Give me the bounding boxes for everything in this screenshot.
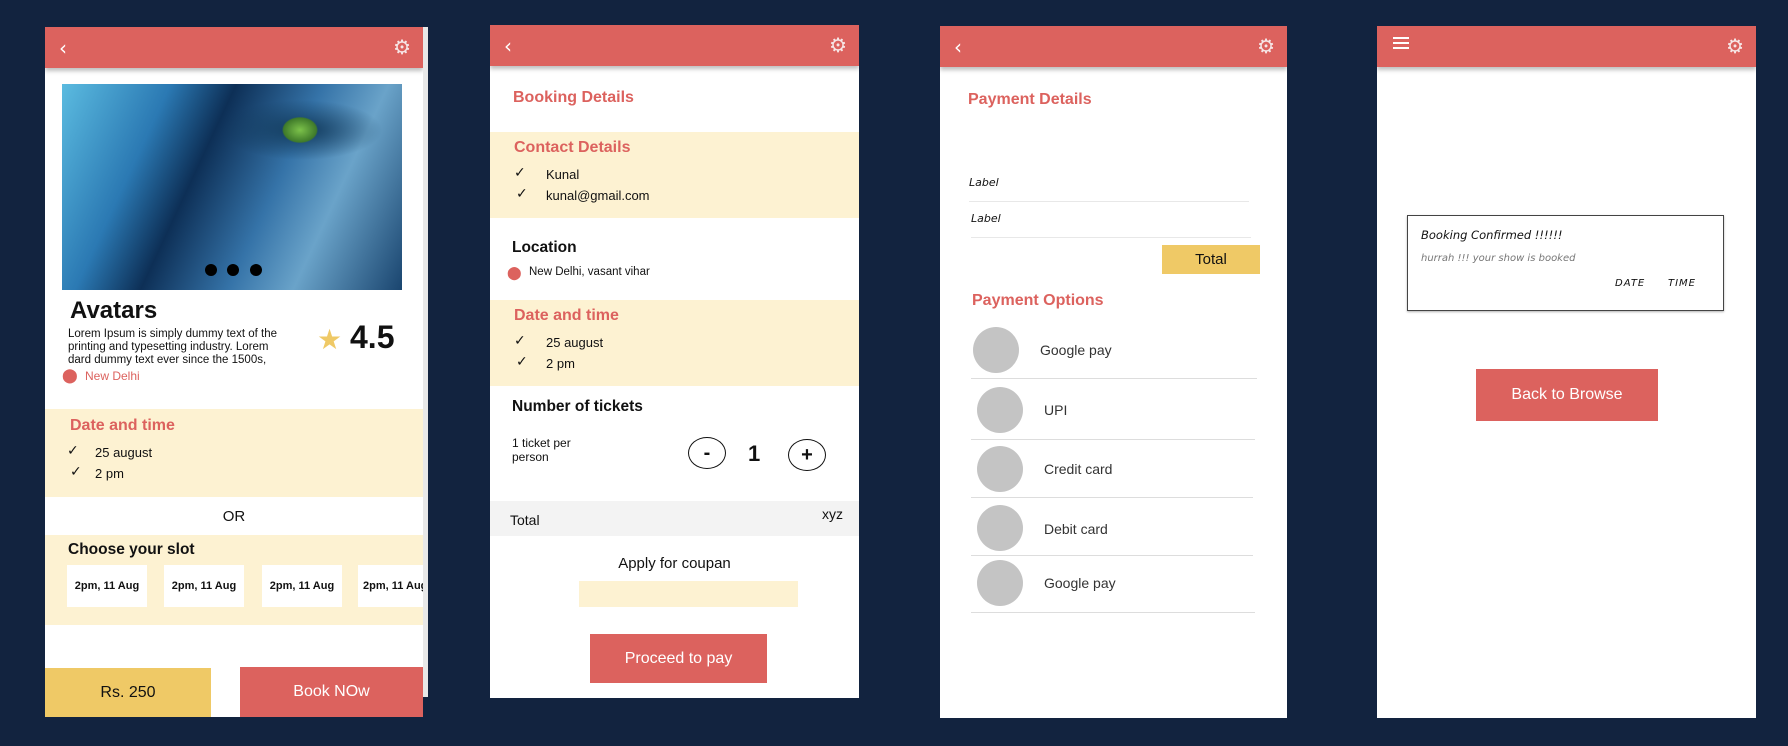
check-icon: ✓ [516, 354, 528, 370]
card-subtitle: hurrah !!! your show is booked [1421, 253, 1576, 264]
section-title: Date and time [70, 417, 175, 434]
ticket-count: 1 [748, 441, 761, 466]
slot-option[interactable]: 2pm, 11 Aug [164, 565, 244, 607]
page-title: Booking Details [513, 89, 634, 106]
payment-option-icon [977, 446, 1023, 492]
date-time-section: Date and time ✓ 25 august ✓ 2 pm [490, 300, 859, 386]
page-title: Payment Details [968, 91, 1092, 108]
location-pin-icon: ⬤ [507, 265, 522, 280]
movie-description: Lorem Ipsum is simply dummy text of the … [68, 328, 277, 366]
confirmation-card: Booking Confirmed !!!!!! hurrah !!! your… [1407, 215, 1724, 311]
rating-value: 4.5 [350, 319, 395, 355]
slot-option[interactable]: 2pm, 11 Aug [262, 565, 342, 607]
date-item: 25 august [546, 335, 604, 350]
location-text: New Delhi, vasant vihar [529, 266, 650, 278]
or-divider: OR [222, 508, 246, 525]
location-pin-icon: ⬤ [62, 367, 78, 383]
time-label: TIME [1668, 278, 1697, 289]
payment-screen: ‹ ⚙ Payment Details Label Label Total Pa… [940, 26, 1287, 718]
section-title: Payment Options [972, 292, 1104, 309]
coupon-input[interactable] [579, 581, 798, 607]
total-bar: Total xyz [490, 501, 859, 536]
field-label[interactable]: Label [971, 212, 1001, 225]
proceed-to-pay-button[interactable]: Proceed to pay [590, 634, 767, 683]
carousel-dot[interactable] [205, 264, 217, 276]
check-icon: ✓ [514, 165, 526, 181]
card-title: Booking Confirmed !!!!!! [1421, 228, 1563, 242]
scrollbar[interactable] [423, 27, 428, 697]
increment-button[interactable]: + [788, 439, 826, 471]
divider [971, 237, 1251, 238]
check-icon: ✓ [70, 464, 82, 480]
back-icon[interactable]: ‹ [954, 35, 962, 59]
price-label: Rs. 250 [45, 668, 211, 717]
total-value: xyz [822, 506, 843, 522]
section-title: Location [512, 239, 577, 256]
divider [969, 201, 1249, 202]
date-label: DATE [1615, 278, 1646, 289]
contact-name: Kunal [546, 167, 580, 182]
coupon-label: Apply for coupan [618, 555, 731, 572]
time-item: 2 pm [546, 356, 575, 371]
total-label: Total [510, 512, 540, 528]
location-text: New Delhi [85, 369, 140, 383]
divider [971, 378, 1257, 379]
app-bar: ⚙ [1377, 26, 1756, 67]
time-item: 2 pm [95, 466, 124, 481]
divider [971, 555, 1253, 556]
app-bar: ‹ ⚙ [45, 27, 423, 68]
contact-email: kunal@gmail.com [546, 188, 650, 203]
back-icon[interactable]: ‹ [59, 36, 67, 60]
payment-option-icon [973, 327, 1019, 373]
decrement-button[interactable]: - [688, 437, 726, 469]
carousel-dot[interactable] [250, 264, 262, 276]
slot-option[interactable]: 2pm, 11 Aug [67, 565, 147, 607]
app-bar: ‹ ⚙ [940, 26, 1287, 67]
star-icon: ★ [317, 323, 343, 356]
field-label[interactable]: Label [969, 176, 999, 189]
check-icon: ✓ [514, 333, 526, 349]
ticket-note: 1 ticket per person [512, 436, 571, 464]
check-icon: ✓ [67, 443, 79, 459]
gear-icon[interactable]: ⚙ [393, 35, 411, 59]
contact-section: Contact Details ✓ Kunal ✓ kunal@gmail.co… [490, 132, 859, 218]
book-now-button[interactable]: Book NOw [240, 667, 423, 717]
total-badge: Total [1162, 245, 1260, 274]
slot-section: Choose your slot 2pm, 11 Aug 2pm, 11 Aug… [45, 535, 423, 625]
gear-icon[interactable]: ⚙ [829, 33, 847, 57]
payment-option-icon [977, 505, 1023, 551]
movie-detail-screen: ‹ ⚙ Avatars Lorem Ipsum is simply dummy … [45, 27, 423, 717]
section-title: Number of tickets [512, 398, 643, 415]
payment-option-icon [977, 387, 1023, 433]
back-icon[interactable]: ‹ [504, 34, 512, 58]
movie-poster[interactable] [62, 84, 402, 290]
booking-details-screen: ‹ ⚙ Booking Details Contact Details ✓ Ku… [490, 25, 859, 698]
app-bar: ‹ ⚙ [490, 25, 859, 66]
slot-option[interactable]: 2pm, 11 Aug [358, 565, 423, 607]
carousel-dot[interactable] [227, 264, 239, 276]
date-item: 25 august [95, 445, 153, 460]
date-time-section: Date and time ✓ 25 august ✓ 2 pm [45, 409, 423, 497]
gear-icon[interactable]: ⚙ [1257, 34, 1275, 58]
section-title: Choose your slot [68, 541, 195, 558]
movie-title: Avatars [70, 297, 158, 324]
divider [971, 612, 1255, 613]
section-title: Date and time [514, 307, 619, 324]
payment-option-icon [977, 560, 1023, 606]
divider [971, 439, 1255, 440]
section-title: Contact Details [514, 139, 631, 156]
gear-icon[interactable]: ⚙ [1726, 34, 1744, 58]
divider [971, 497, 1253, 498]
confirmation-screen: ⚙ Booking Confirmed !!!!!! hurrah !!! yo… [1377, 26, 1756, 718]
back-to-browse-button[interactable]: Back to Browse [1476, 369, 1658, 421]
check-icon: ✓ [516, 186, 528, 202]
menu-icon[interactable] [1393, 37, 1409, 52]
